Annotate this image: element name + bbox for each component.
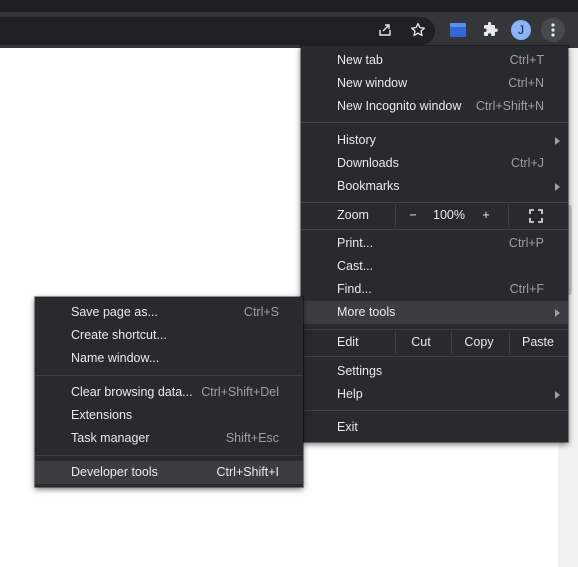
zoom-level-value: 100%	[433, 208, 465, 222]
menu-divider	[35, 455, 303, 456]
menu-item-print[interactable]: Print... Ctrl+P	[301, 232, 568, 255]
share-icon[interactable]	[373, 18, 397, 42]
zoom-in-button[interactable]: +	[476, 208, 496, 222]
submenu-arrow-icon	[555, 309, 560, 317]
menu-item-save-page-as[interactable]: Save page as... Ctrl+S	[35, 301, 303, 324]
menu-item-label: Print...	[337, 236, 374, 250]
menu-item-label: Extensions	[71, 408, 133, 422]
menu-item-shortcut: Ctrl+S	[243, 305, 279, 319]
menu-item-label: Cast...	[337, 259, 374, 273]
menu-item-label: Clear browsing data...	[71, 385, 193, 399]
edit-divider	[509, 331, 510, 354]
menu-item-shortcut: Ctrl+F	[509, 282, 544, 296]
menu-item-label: More tools	[337, 305, 396, 319]
zoom-divider	[508, 204, 509, 227]
copy-button[interactable]: Copy	[453, 335, 505, 349]
menu-divider	[35, 375, 303, 376]
cut-button[interactable]: Cut	[396, 335, 446, 349]
menu-item-extensions[interactable]: Extensions	[35, 404, 303, 427]
menu-divider	[301, 229, 568, 230]
menu-item-shortcut: Ctrl+Shift+Del	[201, 385, 279, 399]
menu-item-label: Task manager	[71, 431, 150, 445]
zoom-divider	[395, 204, 396, 227]
edit-divider	[451, 331, 452, 354]
menu-item-label: Bookmarks	[337, 179, 400, 193]
bookmark-star-icon[interactable]	[406, 18, 430, 42]
menu-item-name-window[interactable]: Name window...	[35, 347, 303, 370]
menu-item-shortcut: Ctrl+J	[511, 156, 544, 170]
menu-item-cast[interactable]: Cast...	[301, 255, 568, 278]
menu-item-shortcut: Ctrl+P	[508, 236, 544, 250]
menu-item-more-tools[interactable]: More tools	[301, 301, 568, 324]
menu-item-label: Create shortcut...	[71, 328, 167, 342]
menu-divider	[301, 329, 568, 330]
menu-item-new-incognito-window[interactable]: New Incognito window Ctrl+Shift+N	[301, 95, 568, 118]
extension-tile-icon[interactable]	[446, 18, 470, 42]
menu-item-label: Exit	[337, 420, 358, 434]
avatar-button[interactable]: J	[509, 18, 533, 42]
zoom-out-button[interactable]: −	[403, 208, 423, 222]
menu-item-downloads[interactable]: Downloads Ctrl+J	[301, 152, 568, 175]
submenu-arrow-icon	[555, 183, 560, 191]
menu-item-history[interactable]: History	[301, 129, 568, 152]
menu-divider	[301, 122, 568, 123]
menu-item-task-manager[interactable]: Task manager Shift+Esc	[35, 427, 303, 450]
submenu-arrow-icon	[555, 137, 560, 145]
menu-item-help[interactable]: Help	[301, 383, 568, 406]
menu-item-label: Settings	[337, 364, 383, 378]
menu-item-new-tab[interactable]: New tab Ctrl+T	[301, 49, 568, 72]
menu-item-label: New Incognito window	[337, 99, 462, 113]
menu-item-shortcut: Ctrl+T	[509, 53, 544, 67]
menu-item-new-window[interactable]: New window Ctrl+N	[301, 72, 568, 95]
tab-strip	[0, 0, 578, 12]
menu-item-shortcut: Ctrl+Shift+I	[216, 465, 279, 479]
fullscreen-icon[interactable]	[529, 209, 543, 223]
more-tools-submenu: Save page as... Ctrl+S Create shortcut..…	[35, 297, 303, 487]
avatar: J	[511, 20, 531, 40]
menu-item-label: Find...	[337, 282, 372, 296]
address-bar[interactable]	[0, 17, 435, 45]
zoom-label: Zoom	[337, 208, 369, 222]
menu-item-shortcut: Ctrl+Shift+N	[475, 99, 544, 113]
menu-item-bookmarks[interactable]: Bookmarks	[301, 175, 568, 198]
menu-item-developer-tools[interactable]: Developer tools Ctrl+Shift+I	[35, 461, 303, 484]
chrome-main-menu: New tab Ctrl+T New window Ctrl+N New Inc…	[301, 46, 568, 442]
menu-divider	[301, 202, 568, 203]
menu-item-label: New window	[337, 76, 408, 90]
edit-label: Edit	[337, 335, 359, 349]
menu-item-create-shortcut[interactable]: Create shortcut...	[35, 324, 303, 347]
puzzle-extensions-icon[interactable]	[478, 18, 502, 42]
paste-button[interactable]: Paste	[511, 335, 565, 349]
menu-divider	[301, 410, 568, 411]
menu-item-shortcut: Shift+Esc	[225, 431, 279, 445]
menu-item-label: Help	[337, 387, 363, 401]
menu-item-label: New tab	[337, 53, 383, 67]
menu-item-label: Save page as...	[71, 305, 158, 319]
submenu-arrow-icon	[555, 391, 560, 399]
menu-item-settings[interactable]: Settings	[301, 360, 568, 383]
menu-item-label: Name window...	[71, 351, 160, 365]
browser-toolbar: J	[0, 12, 578, 48]
menu-item-label: Downloads	[337, 156, 399, 170]
more-menu-icon[interactable]	[541, 18, 565, 42]
menu-item-clear-browsing-data[interactable]: Clear browsing data... Ctrl+Shift+Del	[35, 381, 303, 404]
menu-item-shortcut: Ctrl+N	[508, 76, 544, 90]
menu-item-exit[interactable]: Exit	[301, 416, 568, 439]
zoom-row: Zoom − 100% +	[301, 204, 568, 227]
menu-item-label: Developer tools	[71, 465, 158, 479]
edit-row: Edit Cut Copy Paste	[301, 331, 568, 354]
menu-item-find[interactable]: Find... Ctrl+F	[301, 278, 568, 301]
menu-divider	[301, 356, 568, 357]
menu-item-label: History	[337, 133, 376, 147]
